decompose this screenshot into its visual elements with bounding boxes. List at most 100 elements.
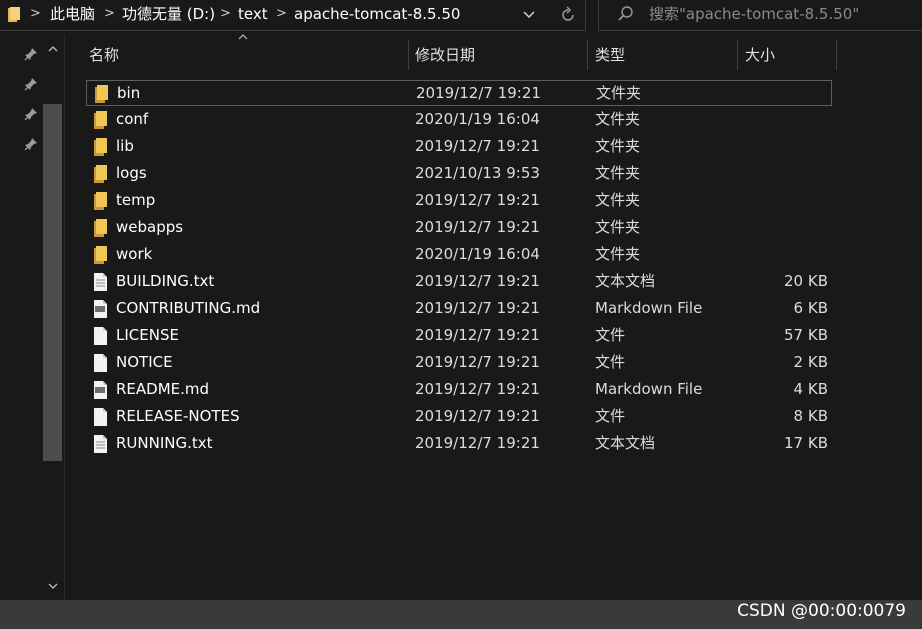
watermark: CSDN @00:00:0079 (737, 601, 906, 621)
file-row[interactable]: RELEASE-NOTES 2019/12/7 19:21 文件 8 KB (86, 404, 832, 430)
file-type: 文件夹 (596, 84, 642, 102)
file-row[interactable]: work 2020/1/19 16:04 文件夹 (86, 242, 832, 268)
file-date: 2019/12/7 19:21 (415, 191, 540, 209)
file-name: BUILDING.txt (116, 272, 215, 290)
address-bar[interactable]: > 此电脑 > 功德无量 (D:) > text > apache-tomcat… (0, 0, 586, 31)
column-divider[interactable] (587, 40, 588, 70)
pane-divider[interactable] (64, 34, 65, 600)
file-name: temp (116, 191, 156, 209)
pin-icon[interactable] (24, 107, 38, 121)
file-row[interactable]: RUNNING.txt 2019/12/7 19:21 文本文档 17 KB (86, 431, 832, 457)
column-header-date[interactable]: 修改日期 (415, 40, 587, 70)
file-name: RELEASE-NOTES (116, 407, 240, 425)
file-type: 文件 (595, 407, 626, 425)
file-row[interactable]: BUILDING.txt 2019/12/7 19:21 文本文档 20 KB (86, 269, 832, 295)
column-header-type[interactable]: 类型 (595, 40, 736, 70)
file-date: 2019/12/7 19:21 (415, 299, 540, 317)
file-type: 文件夹 (595, 245, 641, 263)
column-header-size[interactable]: 大小 (745, 40, 836, 70)
file-name: README.md (116, 380, 210, 398)
chevron-down-icon (48, 583, 58, 589)
markdown-file-icon (94, 300, 107, 318)
file-row[interactable]: CONTRIBUTING.md 2019/12/7 19:21 Markdown F… (86, 296, 832, 322)
file-date: 2019/12/7 19:21 (415, 272, 540, 290)
folder-icon (94, 219, 107, 237)
breadcrumb-this-pc[interactable]: 此电脑 (50, 4, 95, 24)
breadcrumb-drive-d[interactable]: 功德无量 (D:) (122, 4, 215, 24)
refresh-button[interactable] (552, 0, 584, 30)
file-date: 2019/12/7 19:21 (415, 326, 540, 344)
column-header-name[interactable]: 名称 (89, 40, 407, 70)
file-row[interactable]: webapps 2019/12/7 19:21 文件夹 (86, 215, 832, 241)
file-date: 2019/12/7 19:21 (415, 380, 540, 398)
file-type: 文件夹 (595, 164, 641, 182)
file-size: 20 KB (784, 272, 828, 290)
file-type: 文件夹 (595, 137, 641, 155)
blank-file-icon (94, 354, 107, 372)
file-name: logs (116, 164, 147, 182)
address-toolbar: > 此电脑 > 功德无量 (D:) > text > apache-tomcat… (0, 0, 922, 34)
file-type: 文件夹 (595, 218, 641, 236)
file-type: 文件夹 (595, 110, 641, 128)
file-date: 2019/12/7 19:21 (415, 137, 540, 155)
file-size: 57 KB (784, 326, 828, 344)
folder-icon (94, 138, 107, 156)
pin-icon[interactable] (24, 47, 38, 61)
search-icon (618, 6, 633, 21)
file-name: work (116, 245, 153, 263)
breadcrumb-separator[interactable]: > (104, 4, 115, 24)
file-name: webapps (116, 218, 184, 236)
column-divider[interactable] (408, 40, 409, 70)
breadcrumb-separator[interactable]: > (220, 4, 231, 24)
file-type: 文本文档 (595, 272, 656, 290)
search-placeholder: 搜索"apache-tomcat-8.5.50" (649, 5, 860, 23)
file-type: 文件 (595, 326, 626, 344)
file-row[interactable]: README.md 2019/12/7 19:21 Markdown File 4 K… (86, 377, 832, 403)
nav-scroll-down-button[interactable] (46, 580, 60, 594)
file-row[interactable]: conf 2020/1/19 16:04 文件夹 (86, 107, 832, 133)
file-row[interactable]: LICENSE 2019/12/7 19:21 文件 57 KB (86, 323, 832, 349)
file-type: 文本文档 (595, 434, 656, 452)
refresh-icon (562, 6, 574, 21)
pin-icon[interactable] (24, 137, 38, 151)
file-size: 6 KB (793, 299, 828, 317)
breadcrumb-text[interactable]: text (238, 4, 268, 24)
folder-icon (94, 246, 107, 264)
file-date: 2020/1/19 16:04 (415, 245, 540, 263)
file-date: 2019/12/7 19:21 (416, 84, 541, 102)
file-name: LICENSE (116, 326, 179, 344)
chevron-up-icon (48, 46, 58, 52)
file-date: 2021/10/13 9:53 (415, 164, 540, 182)
folder-icon (8, 7, 20, 22)
file-date: 2019/12/7 19:21 (415, 434, 540, 452)
address-history-dropdown[interactable] (514, 2, 544, 28)
chevron-down-icon (523, 11, 535, 19)
text-file-icon (94, 435, 107, 453)
file-row[interactable]: logs 2021/10/13 9:53 文件夹 (86, 161, 832, 187)
column-divider[interactable] (836, 40, 837, 70)
file-size: 17 KB (784, 434, 828, 452)
navigation-pane (0, 34, 64, 600)
file-row[interactable]: NOTICE 2019/12/7 19:21 文件 2 KB (86, 350, 832, 376)
file-row[interactable]: lib 2019/12/7 19:21 文件夹 (86, 134, 832, 160)
status-bar: CSDN @00:00:0079 (0, 600, 922, 629)
file-size: 8 KB (793, 407, 828, 425)
file-name: conf (116, 110, 149, 128)
file-date: 2019/12/7 19:21 (415, 407, 540, 425)
blank-file-icon (94, 327, 107, 345)
file-row[interactable]: bin 2019/12/7 19:21 文件夹 (86, 80, 832, 106)
column-divider[interactable] (737, 40, 738, 70)
file-row[interactable]: temp 2019/12/7 19:21 文件夹 (86, 188, 832, 214)
breadcrumb-separator[interactable]: > (276, 4, 287, 24)
file-date: 2019/12/7 19:21 (415, 353, 540, 371)
breadcrumb-separator[interactable]: > (30, 4, 41, 24)
file-date: 2020/1/19 16:04 (415, 110, 540, 128)
nav-scroll-up-button[interactable] (46, 42, 60, 56)
folder-icon (94, 192, 107, 210)
folder-icon (95, 85, 108, 103)
nav-scrollbar-thumb[interactable] (43, 104, 62, 461)
pin-icon[interactable] (24, 77, 38, 91)
search-input[interactable]: 搜索"apache-tomcat-8.5.50" (598, 0, 922, 31)
folder-icon (94, 165, 107, 183)
breadcrumb-current-folder[interactable]: apache-tomcat-8.5.50 (294, 4, 460, 24)
